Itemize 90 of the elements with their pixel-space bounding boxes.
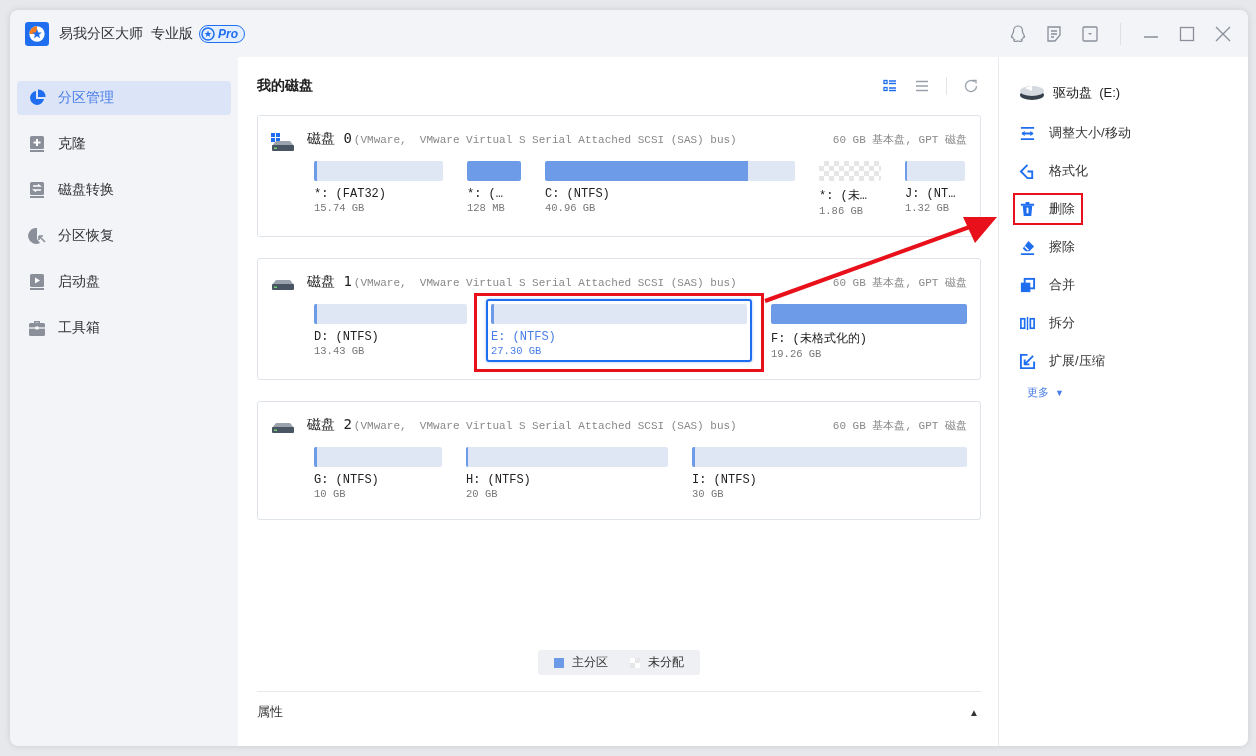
pie-chart-icon — [28, 89, 46, 107]
partition-label: *: (未… — [819, 188, 868, 204]
sidebar-item[interactable]: 工具箱 — [17, 311, 231, 345]
disk-model: (VMware, VMware Virtual S Serial Attached SCSI (SAS) bus) — [353, 134, 737, 146]
action-item[interactable]: 拆分 — [1015, 309, 1081, 337]
partition[interactable]: I: (NTFS) 30 GB — [687, 442, 972, 505]
penguin-icon[interactable] — [1008, 23, 1028, 44]
partition[interactable]: D: (NTFS) 13.43 GB — [309, 299, 472, 362]
unallocated-swatch — [630, 657, 640, 668]
split-icon — [1019, 314, 1036, 332]
disk-info: 60 GB 基本盘, GPT 磁盘 — [832, 419, 967, 433]
legend-label: 未分配 — [648, 654, 684, 671]
partition-size: 10 GB — [314, 488, 347, 500]
partition-label: J: (NT… — [905, 187, 957, 201]
usage-bar — [467, 161, 521, 181]
drive-icon — [28, 273, 46, 291]
disk-name: 磁盘 0 — [307, 130, 352, 148]
partition-label: I: (NTFS) — [692, 473, 758, 487]
partition-label: *: (… — [467, 187, 504, 201]
action-item[interactable]: 调整大小/移动 — [1015, 119, 1137, 147]
partition-label: H: (NTFS) — [466, 473, 532, 487]
disk-icon — [1019, 84, 1045, 102]
action-item[interactable]: 删除 — [1015, 195, 1081, 223]
drive-title: 驱动盘 (E:) — [1053, 84, 1121, 102]
partition[interactable]: G: (NTFS) 10 GB — [309, 442, 447, 505]
partition-label: E: (NTFS) — [491, 330, 557, 344]
partition[interactable]: J: (NT… 1.32 GB — [900, 156, 970, 219]
partition[interactable]: E: (NTFS) 27.30 GB — [486, 299, 752, 362]
partition-size: 128 MB — [467, 202, 506, 214]
partition-label: *: (FAT32) — [314, 187, 387, 201]
app-name: 易我分区大师 — [59, 24, 143, 43]
badge-text: Pro — [218, 26, 238, 41]
list-view-icon[interactable] — [914, 78, 930, 94]
more-link[interactable]: 更多 ▼ — [1019, 385, 1064, 400]
refresh-icon[interactable] — [963, 78, 979, 94]
unallocated-bar — [819, 161, 881, 181]
partition-size: 19.26 GB — [771, 348, 823, 360]
action-item[interactable]: 扩展/压缩 — [1015, 347, 1111, 375]
partition-label: D: (NTFS) — [314, 330, 380, 344]
partition-size: 40.96 GB — [545, 202, 597, 214]
trash-icon — [1019, 200, 1036, 218]
arrow-box-icon — [1019, 352, 1036, 370]
drive-icon — [28, 135, 46, 153]
disk-name: 磁盘 2 — [307, 416, 352, 434]
legend-label: 主分区 — [572, 654, 608, 671]
partition[interactable]: *: (未… 1.86 GB — [814, 156, 886, 222]
partition-size: 1.86 GB — [819, 205, 865, 217]
partition[interactable]: *: (FAT32) 15.74 GB — [309, 156, 448, 219]
partition-size: 27.30 GB — [491, 345, 543, 357]
partition-label: G: (NTFS) — [314, 473, 380, 487]
dropdown-menu-icon[interactable] — [1080, 23, 1100, 44]
overlapping-squares-icon — [1019, 276, 1036, 294]
disk-name: 磁盘 1 — [307, 273, 352, 291]
app-logo-icon — [25, 21, 49, 46]
format-icon — [1019, 162, 1036, 180]
partition-size: 13.43 GB — [314, 345, 366, 357]
collapse-toggle[interactable]: ▲ — [969, 706, 981, 718]
disk-model: (VMware, VMware Virtual S Serial Attached SCSI (SAS) bus) — [353, 420, 737, 432]
properties-title: 属性 — [257, 703, 283, 721]
toolbox-icon — [28, 319, 46, 337]
partition-size: 30 GB — [692, 488, 725, 500]
resize-icon — [1019, 124, 1036, 142]
partition[interactable]: H: (NTFS) 20 GB — [461, 442, 673, 505]
action-item[interactable]: 合并 — [1015, 271, 1081, 299]
partition-label: F: (未格式化的) — [771, 331, 868, 347]
usage-bar — [905, 161, 965, 181]
partition[interactable]: *: (… 128 MB — [462, 156, 526, 219]
partition-label: C: (NTFS) — [545, 187, 611, 201]
partition-size: 1.32 GB — [905, 202, 951, 214]
drive-icon — [28, 181, 46, 199]
eraser-icon — [1019, 238, 1036, 256]
sidebar-item[interactable]: 分区恢复 — [17, 219, 231, 253]
edition-label: 专业版 — [151, 24, 193, 43]
action-item[interactable]: 格式化 — [1015, 157, 1094, 185]
sidebar-item[interactable]: 启动盘 — [17, 265, 231, 299]
pie-arrow-icon — [28, 227, 46, 245]
partition[interactable]: C: (NTFS) 40.96 GB — [540, 156, 800, 219]
partition-size: 20 GB — [466, 488, 499, 500]
disk-model: (VMware, VMware Virtual S Serial Attached SCSI (SAS) bus) — [353, 277, 737, 289]
section-title: 我的磁盘 — [257, 77, 313, 95]
disk-info: 60 GB 基本盘, GPT 磁盘 — [832, 276, 967, 290]
sidebar-item[interactable]: 磁盘转换 — [17, 173, 231, 207]
partition[interactable]: F: (未格式化的) 19.26 GB — [766, 299, 972, 365]
feedback-icon[interactable] — [1044, 23, 1064, 44]
partition-size: 15.74 GB — [314, 202, 366, 214]
action-item[interactable]: 擦除 — [1015, 233, 1081, 261]
grid-view-icon[interactable] — [882, 78, 898, 94]
sidebar-item[interactable]: 克隆 — [17, 127, 231, 161]
primary-swatch — [554, 657, 564, 668]
disk-info: 60 GB 基本盘, GPT 磁盘 — [832, 133, 967, 147]
